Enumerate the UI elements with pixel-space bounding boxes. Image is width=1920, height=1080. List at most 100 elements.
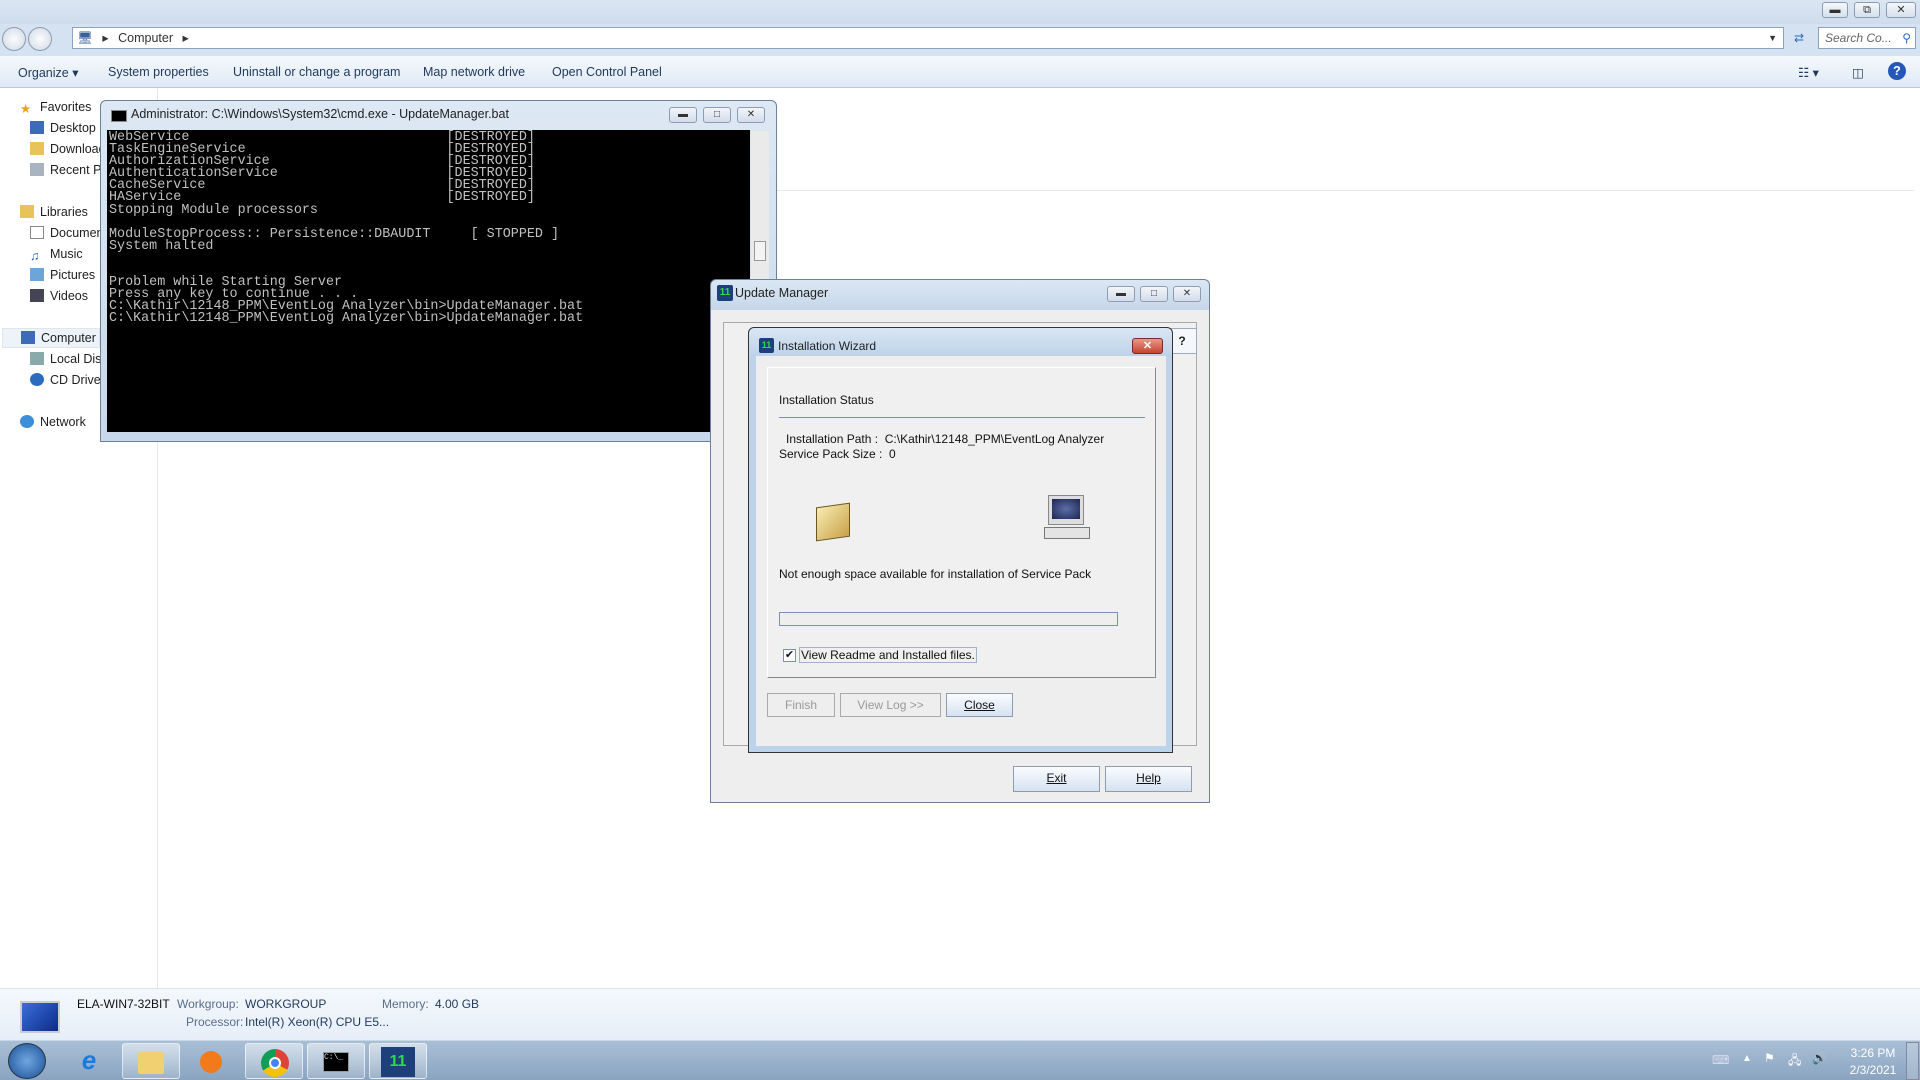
organize-menu[interactable]: Organize ▾ [18,65,78,80]
show-desktop-button[interactable] [1906,1042,1919,1080]
network-icon [20,415,34,428]
internet-explorer-icon[interactable]: e [60,1043,118,1079]
desktop-icon [30,121,44,134]
close-button[interactable]: ✕ [1886,2,1916,18]
finish-button[interactable]: Finish [767,693,835,717]
nav-computer[interactable]: Computer [2,328,100,348]
content-divider [776,190,1914,191]
maximize-button[interactable]: □ [703,107,731,123]
section-heading: Installation Status [779,393,874,407]
close-dialog-button[interactable]: Close [946,693,1013,717]
update-manager-taskbar-button[interactable]: 11 [369,1043,427,1079]
media-player-icon[interactable] [181,1043,239,1079]
close-button[interactable]: ✕ [1132,338,1163,354]
map-network-drive-button[interactable]: Map network drive [423,65,525,79]
disk-icon [30,352,44,365]
nav-network[interactable]: Network [20,415,86,429]
action-center-flag-icon[interactable]: ⚑ [1764,1051,1775,1065]
explorer-title-bar: ▬ ⧉ ✕ [0,0,1920,24]
nav-documents[interactable]: Documents [30,226,100,240]
computer-icon [1044,495,1092,543]
command-bar: Organize ▾ System properties Uninstall o… [0,56,1920,88]
keyboard-icon[interactable]: ⌨ [1712,1053,1729,1067]
dialog-title: Installation Wizard [778,339,877,353]
nav-libraries[interactable]: Libraries [20,205,88,219]
readme-checkbox-label[interactable]: View Readme and Installed files. [799,647,977,663]
nav-pictures[interactable]: Pictures [30,268,95,282]
pictures-icon [30,268,44,281]
chevron-right-icon: ▸ [182,31,189,45]
star-icon: ★ [20,102,32,114]
exit-button[interactable]: Exit [1013,766,1100,792]
cd-drive-icon [30,373,44,386]
search-icon: ⚲ [1902,31,1911,45]
processor-value: Intel(R) Xeon(R) CPU E5... [245,1015,390,1029]
cmd-icon [111,110,127,122]
service-pack-size: Service Pack Size : 0 [779,447,896,461]
chrome-taskbar-button[interactable] [245,1043,303,1079]
status-message: Not enough space available for installat… [779,567,1092,581]
computer-icon [21,331,35,344]
search-input[interactable]: Search Co... ⚲ [1818,27,1916,49]
progress-bar [779,612,1118,626]
close-button[interactable]: ✕ [1173,286,1201,302]
folder-icon [138,1052,164,1074]
document-icon [30,226,44,239]
back-button[interactable] [2,27,26,51]
nav-desktop[interactable]: Desktop [30,121,96,135]
nav-videos[interactable]: Videos [30,289,88,303]
chevron-right-icon: ▸ [102,31,109,45]
console-output[interactable]: WebService [DESTROYED] TaskEngineService… [107,130,750,432]
show-hidden-icons-icon[interactable]: ▲ [1742,1053,1752,1064]
start-button[interactable] [8,1043,46,1079]
restore-button[interactable]: ⧉ [1854,2,1880,18]
folder-icon [30,142,44,155]
nav-music[interactable]: ♫ Music [30,247,83,262]
dialog-body: Installation Status Installation Path : … [756,356,1166,746]
nav-local-disk[interactable]: Local Disk [30,352,100,366]
app-logo-icon: 11 [759,338,774,353]
nav-cd-drive[interactable]: CD Drive [30,373,100,387]
details-pane: ELA-WIN7-32BIT Workgroup: WORKGROUP Memo… [0,988,1920,1040]
open-control-panel-button[interactable]: Open Control Panel [552,65,662,79]
help-button[interactable]: Help [1105,766,1192,792]
minimize-button[interactable]: ▬ [669,107,697,123]
breadcrumb[interactable]: Computer [118,31,173,45]
network-status-icon[interactable]: 🖧 [1788,1051,1801,1072]
maximize-button[interactable]: □ [1140,286,1168,302]
forward-button[interactable] [28,27,52,51]
refresh-icon[interactable]: ⇄ [1786,27,1812,49]
view-log-button[interactable]: View Log >> [840,693,941,717]
videos-icon [30,289,44,302]
minimize-button[interactable]: ▬ [1822,2,1848,18]
address-bar[interactable]: 🖥 ▸ Computer ▸ ▼ [72,27,1784,49]
view-options-icon[interactable]: ☷ ▾ [1798,65,1819,80]
dropdown-icon[interactable]: ▼ [1768,28,1777,48]
libraries-icon [20,205,34,218]
close-button[interactable]: ✕ [737,107,765,123]
heading-divider [779,417,1145,418]
help-icon[interactable]: ? [1888,62,1906,80]
scrollbar-thumb[interactable] [754,241,766,261]
volume-icon[interactable]: 🔊 [1812,1051,1827,1065]
readme-checkbox[interactable]: ✔ [783,649,796,662]
installation-wizard-dialog: 11 Installation Wizard ✕ Installation St… [748,327,1173,753]
explorer-taskbar-button[interactable] [122,1043,180,1079]
app-logo-icon: 11 [381,1047,415,1077]
workgroup-value: WORKGROUP [245,997,327,1011]
nav-favorites[interactable]: ★ Favorites [20,100,91,114]
system-properties-button[interactable]: System properties [108,65,209,79]
preview-pane-icon[interactable]: ◫ [1852,65,1864,80]
nav-downloads[interactable]: Downloads [30,142,100,156]
uninstall-program-button[interactable]: Uninstall or change a program [233,65,400,79]
package-icon [816,502,850,542]
clock-date[interactable]: 2/3/2021 [1846,1063,1900,1077]
window-title: Administrator: C:\Windows\System32\cmd.e… [131,107,509,121]
minimize-button[interactable]: ▬ [1107,286,1135,302]
clock-time[interactable]: 3:26 PM [1848,1046,1898,1060]
music-icon: ♫ [30,249,40,262]
status-panel: Installation Status Installation Path : … [767,367,1156,678]
nav-recent-places[interactable]: Recent Places [30,163,100,177]
recent-places-icon [30,163,44,176]
cmd-taskbar-button[interactable]: C:\_ [307,1043,365,1079]
